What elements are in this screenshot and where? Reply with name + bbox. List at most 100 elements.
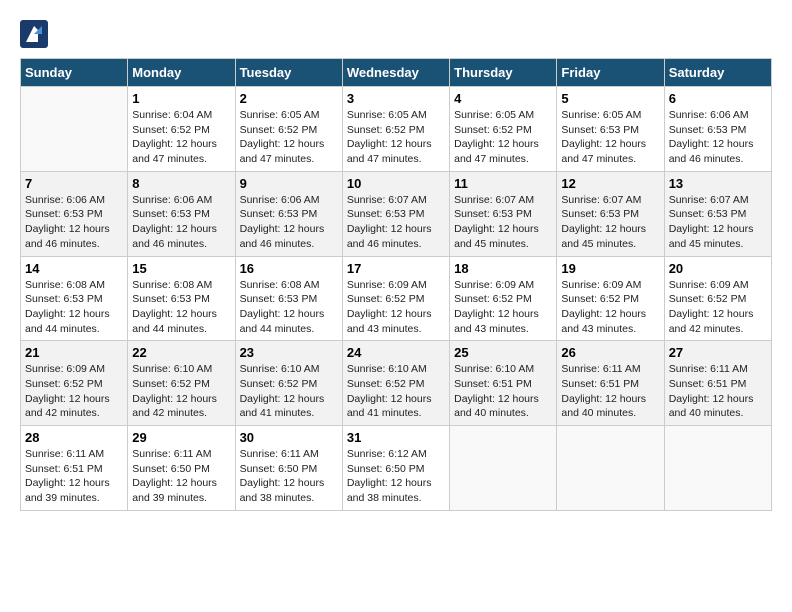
calendar-cell: 11 Sunrise: 6:07 AM Sunset: 6:53 PM Dayli…: [450, 171, 557, 256]
day-number: 2: [240, 91, 338, 106]
calendar-cell: 1 Sunrise: 6:04 AM Sunset: 6:52 PM Daylig…: [128, 87, 235, 172]
calendar-cell: 24 Sunrise: 6:10 AM Sunset: 6:52 PM Dayli…: [342, 341, 449, 426]
day-number: 6: [669, 91, 767, 106]
day-number: 27: [669, 345, 767, 360]
calendar-header-tuesday: Tuesday: [235, 59, 342, 87]
day-number: 13: [669, 176, 767, 191]
calendar-week-2: 7Sunrise: 6:06 AM Sunset: 6:53 PM Daylig…: [21, 171, 772, 256]
calendar-cell: 20 Sunrise: 6:09 AM Sunset: 6:52 PM Dayli…: [664, 256, 771, 341]
calendar-cell: 27 Sunrise: 6:11 AM Sunset: 6:51 PM Dayli…: [664, 341, 771, 426]
day-number: 28: [25, 430, 123, 445]
day-info: Sunrise: 6:06 AM Sunset: 6:53 PM Dayligh…: [132, 193, 230, 252]
day-number: 11: [454, 176, 552, 191]
calendar-cell: 4Sunrise: 6:05 AM Sunset: 6:52 PM Daylig…: [450, 87, 557, 172]
day-info: Sunrise: 6:11 AM Sunset: 6:50 PM Dayligh…: [132, 447, 230, 506]
day-info: Sunrise: 6:05 AM Sunset: 6:52 PM Dayligh…: [240, 108, 338, 167]
day-info: Sunrise: 6:08 AM Sunset: 6:53 PM Dayligh…: [240, 278, 338, 337]
day-number: 19: [561, 261, 659, 276]
day-number: 15: [132, 261, 230, 276]
day-number: 24: [347, 345, 445, 360]
day-info: Sunrise: 6:10 AM Sunset: 6:52 PM Dayligh…: [240, 362, 338, 421]
calendar-header-row: SundayMondayTuesdayWednesdayThursdayFrid…: [21, 59, 772, 87]
day-info: Sunrise: 6:07 AM Sunset: 6:53 PM Dayligh…: [561, 193, 659, 252]
calendar-header-saturday: Saturday: [664, 59, 771, 87]
day-number: 16: [240, 261, 338, 276]
calendar-week-3: 14 Sunrise: 6:08 AM Sunset: 6:53 PM Dayli…: [21, 256, 772, 341]
day-info: Sunrise: 6:11 AM Sunset: 6:51 PM Dayligh…: [561, 362, 659, 421]
day-number: 8: [132, 176, 230, 191]
day-info: Sunrise: 6:11 AM Sunset: 6:51 PM Dayligh…: [25, 447, 123, 506]
day-number: 31: [347, 430, 445, 445]
calendar-cell: 16 Sunrise: 6:08 AM Sunset: 6:53 PM Dayli…: [235, 256, 342, 341]
day-number: 17: [347, 261, 445, 276]
day-number: 20: [669, 261, 767, 276]
calendar: SundayMondayTuesdayWednesdayThursdayFrid…: [20, 58, 772, 511]
day-info: Sunrise: 6:10 AM Sunset: 6:51 PM Dayligh…: [454, 362, 552, 421]
calendar-cell: 9 Sunrise: 6:06 AM Sunset: 6:53 PM Daylig…: [235, 171, 342, 256]
calendar-week-5: 28 Sunrise: 6:11 AM Sunset: 6:51 PM Dayli…: [21, 426, 772, 511]
day-number: 21: [25, 345, 123, 360]
day-number: 9: [240, 176, 338, 191]
calendar-cell: 23 Sunrise: 6:10 AM Sunset: 6:52 PM Dayli…: [235, 341, 342, 426]
day-number: 10: [347, 176, 445, 191]
day-info: Sunrise: 6:11 AM Sunset: 6:50 PM Dayligh…: [240, 447, 338, 506]
calendar-cell: 8 Sunrise: 6:06 AM Sunset: 6:53 PM Daylig…: [128, 171, 235, 256]
calendar-cell: [664, 426, 771, 511]
logo-icon: [20, 20, 48, 48]
calendar-header-friday: Friday: [557, 59, 664, 87]
calendar-header-sunday: Sunday: [21, 59, 128, 87]
day-info: Sunrise: 6:08 AM Sunset: 6:53 PM Dayligh…: [25, 278, 123, 337]
day-info: Sunrise: 6:07 AM Sunset: 6:53 PM Dayligh…: [347, 193, 445, 252]
calendar-cell: 5 Sunrise: 6:05 AM Sunset: 6:53 PM Daylig…: [557, 87, 664, 172]
calendar-week-4: 21 Sunrise: 6:09 AM Sunset: 6:52 PM Dayli…: [21, 341, 772, 426]
calendar-cell: 19 Sunrise: 6:09 AM Sunset: 6:52 PM Dayli…: [557, 256, 664, 341]
day-info: Sunrise: 6:06 AM Sunset: 6:53 PM Dayligh…: [669, 108, 767, 167]
day-info: Sunrise: 6:05 AM Sunset: 6:53 PM Dayligh…: [561, 108, 659, 167]
day-info: Sunrise: 6:06 AM Sunset: 6:53 PM Dayligh…: [240, 193, 338, 252]
day-info: Sunrise: 6:06 AM Sunset: 6:53 PM Dayligh…: [25, 193, 123, 252]
day-info: Sunrise: 6:09 AM Sunset: 6:52 PM Dayligh…: [669, 278, 767, 337]
day-number: 25: [454, 345, 552, 360]
calendar-cell: 14 Sunrise: 6:08 AM Sunset: 6:53 PM Dayli…: [21, 256, 128, 341]
day-info: Sunrise: 6:10 AM Sunset: 6:52 PM Dayligh…: [347, 362, 445, 421]
day-number: 5: [561, 91, 659, 106]
calendar-cell: 28 Sunrise: 6:11 AM Sunset: 6:51 PM Dayli…: [21, 426, 128, 511]
calendar-cell: 26 Sunrise: 6:11 AM Sunset: 6:51 PM Dayli…: [557, 341, 664, 426]
day-info: Sunrise: 6:05 AM Sunset: 6:52 PM Dayligh…: [347, 108, 445, 167]
day-info: Sunrise: 6:09 AM Sunset: 6:52 PM Dayligh…: [25, 362, 123, 421]
calendar-cell: 10 Sunrise: 6:07 AM Sunset: 6:53 PM Dayli…: [342, 171, 449, 256]
calendar-cell: 12Sunrise: 6:07 AM Sunset: 6:53 PM Dayli…: [557, 171, 664, 256]
day-info: Sunrise: 6:10 AM Sunset: 6:52 PM Dayligh…: [132, 362, 230, 421]
day-number: 29: [132, 430, 230, 445]
day-info: Sunrise: 6:09 AM Sunset: 6:52 PM Dayligh…: [561, 278, 659, 337]
calendar-cell: 6 Sunrise: 6:06 AM Sunset: 6:53 PM Daylig…: [664, 87, 771, 172]
calendar-header-monday: Monday: [128, 59, 235, 87]
calendar-cell: 3 Sunrise: 6:05 AM Sunset: 6:52 PM Daylig…: [342, 87, 449, 172]
day-number: 3: [347, 91, 445, 106]
day-info: Sunrise: 6:09 AM Sunset: 6:52 PM Dayligh…: [454, 278, 552, 337]
header: [20, 20, 772, 48]
day-info: Sunrise: 6:05 AM Sunset: 6:52 PM Dayligh…: [454, 108, 552, 167]
day-info: Sunrise: 6:04 AM Sunset: 6:52 PM Dayligh…: [132, 108, 230, 167]
calendar-header-thursday: Thursday: [450, 59, 557, 87]
calendar-header-wednesday: Wednesday: [342, 59, 449, 87]
day-number: 30: [240, 430, 338, 445]
day-info: Sunrise: 6:11 AM Sunset: 6:51 PM Dayligh…: [669, 362, 767, 421]
calendar-cell: 25 Sunrise: 6:10 AM Sunset: 6:51 PM Dayli…: [450, 341, 557, 426]
calendar-cell: [450, 426, 557, 511]
day-number: 22: [132, 345, 230, 360]
day-number: 1: [132, 91, 230, 106]
calendar-cell: 22 Sunrise: 6:10 AM Sunset: 6:52 PM Dayli…: [128, 341, 235, 426]
day-number: 23: [240, 345, 338, 360]
day-info: Sunrise: 6:08 AM Sunset: 6:53 PM Dayligh…: [132, 278, 230, 337]
day-number: 26: [561, 345, 659, 360]
calendar-cell: 13Sunrise: 6:07 AM Sunset: 6:53 PM Dayli…: [664, 171, 771, 256]
calendar-cell: 21 Sunrise: 6:09 AM Sunset: 6:52 PM Dayli…: [21, 341, 128, 426]
calendar-cell: 29 Sunrise: 6:11 AM Sunset: 6:50 PM Dayli…: [128, 426, 235, 511]
calendar-cell: 7Sunrise: 6:06 AM Sunset: 6:53 PM Daylig…: [21, 171, 128, 256]
day-info: Sunrise: 6:07 AM Sunset: 6:53 PM Dayligh…: [454, 193, 552, 252]
calendar-cell: 18Sunrise: 6:09 AM Sunset: 6:52 PM Dayli…: [450, 256, 557, 341]
calendar-week-1: 1 Sunrise: 6:04 AM Sunset: 6:52 PM Daylig…: [21, 87, 772, 172]
day-number: 14: [25, 261, 123, 276]
calendar-cell: [557, 426, 664, 511]
